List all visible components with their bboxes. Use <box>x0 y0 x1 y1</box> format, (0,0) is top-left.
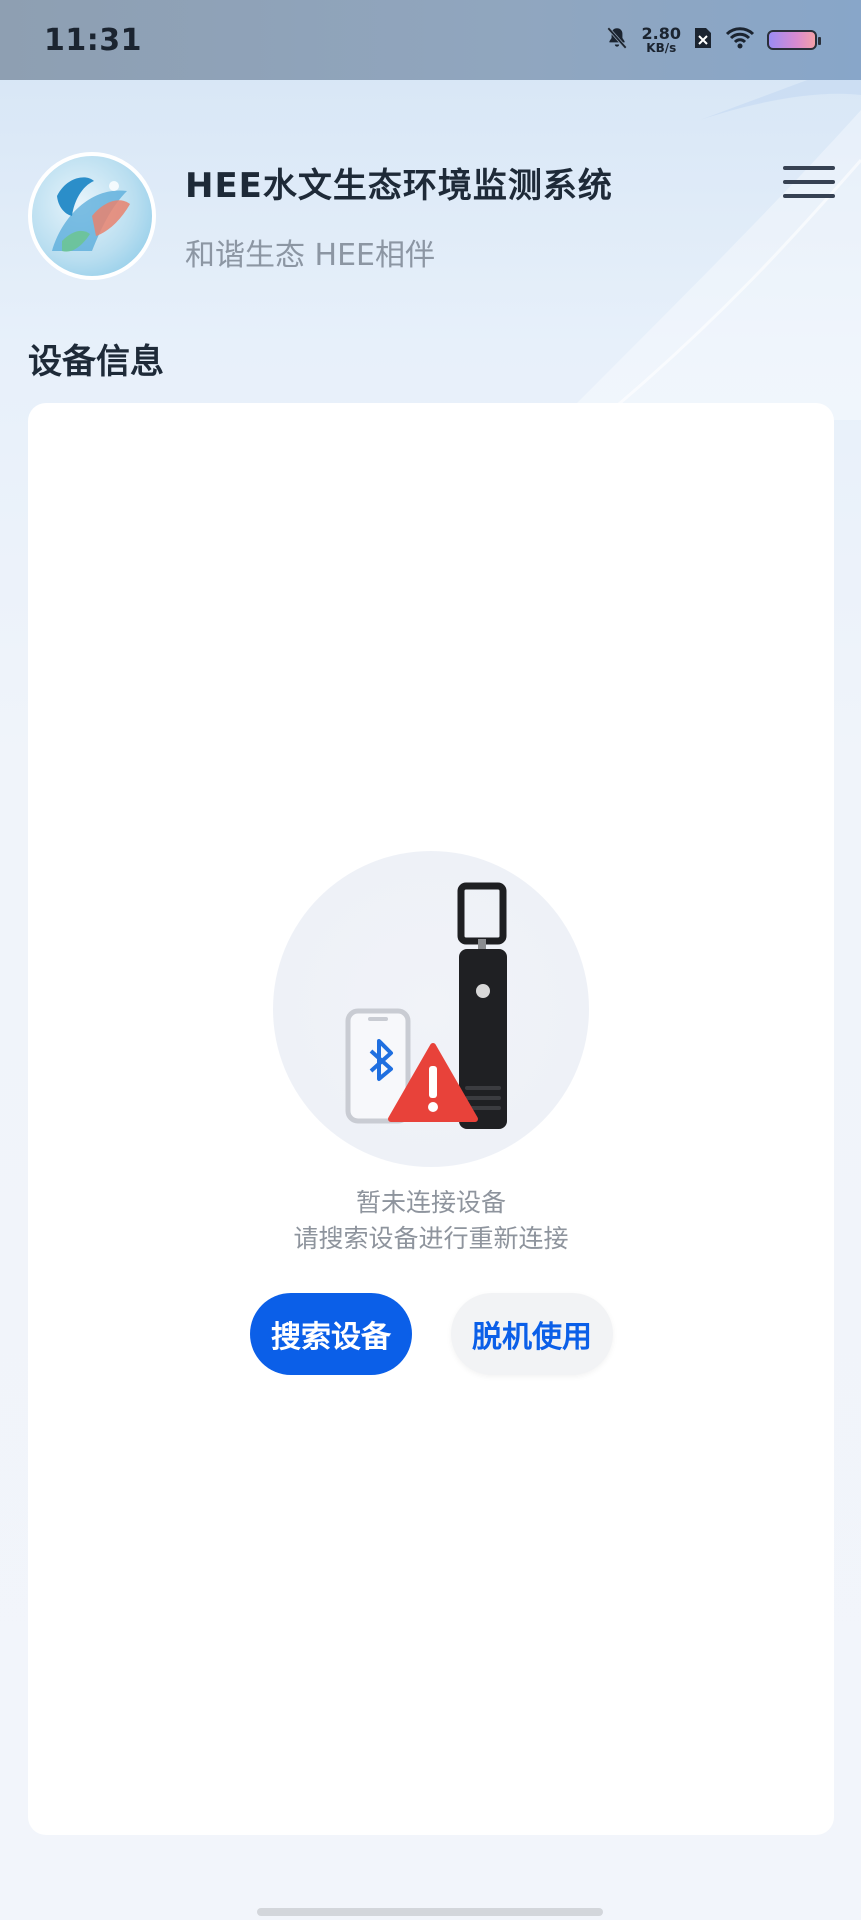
status-icons: 2.80 KB/s <box>604 24 821 55</box>
status-time: 11:31 <box>44 22 142 58</box>
search-device-button[interactable]: 搜索设备 <box>250 1293 412 1375</box>
network-speed-unit: KB/s <box>646 41 677 55</box>
hamburger-menu-icon[interactable] <box>783 160 835 204</box>
offline-use-button[interactable]: 脱机使用 <box>451 1293 613 1375</box>
status-bar: 11:31 2.80 KB/s <box>0 0 861 80</box>
network-speed: 2.80 KB/s <box>641 24 681 55</box>
battery-icon <box>767 30 821 50</box>
no-device-illustration <box>273 851 589 1167</box>
network-speed-value: 2.80 <box>641 24 681 43</box>
no-device-message: 暂未连接设备 <box>355 1188 506 1217</box>
app-logo <box>28 152 156 280</box>
reconnect-hint: 请搜索设备进行重新连接 <box>293 1224 569 1253</box>
wifi-icon <box>725 26 755 54</box>
bell-muted-icon <box>604 25 630 55</box>
app-header: HEE水文生态环境监测系统 和谐生态 HEE相伴 <box>0 150 861 290</box>
home-indicator[interactable] <box>257 1908 603 1916</box>
sim-x-icon <box>693 26 713 54</box>
app-subtitle: 和谐生态 HEE相伴 <box>185 238 436 273</box>
app-title: HEE水文生态环境监测系统 <box>185 166 613 206</box>
sensor-device-icon <box>457 882 507 1129</box>
section-title: 设备信息 <box>28 342 164 382</box>
device-info-card: 暂未连接设备 请搜索设备进行重新连接 搜索设备 脱机使用 <box>28 403 834 1835</box>
